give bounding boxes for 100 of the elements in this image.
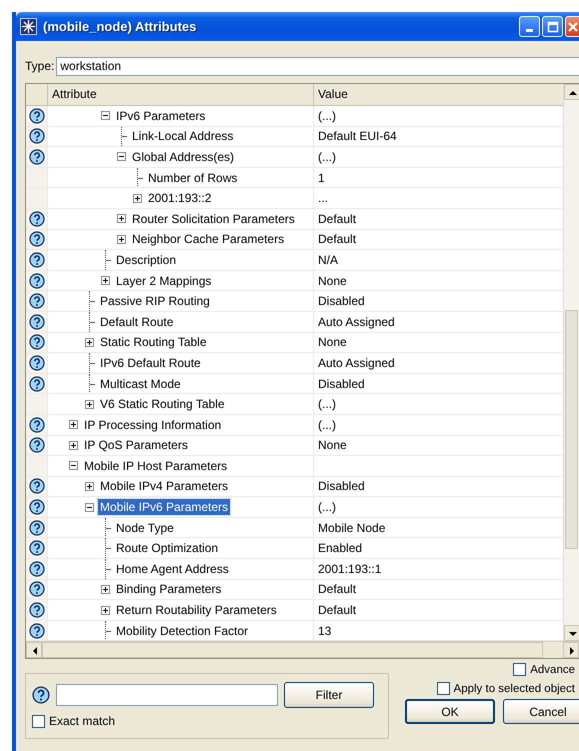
- expand-icon[interactable]: [69, 420, 78, 430]
- attribute-name[interactable]: 2001:193::2: [146, 190, 214, 206]
- type-field[interactable]: workstation: [56, 56, 579, 76]
- help-icon[interactable]: [28, 478, 44, 494]
- attribute-value[interactable]: (...): [318, 500, 336, 514]
- checkbox[interactable]: [436, 682, 450, 696]
- scroll-down-icon[interactable]: [564, 625, 579, 642]
- expand-icon[interactable]: [85, 338, 94, 347]
- attribute-value[interactable]: Default: [318, 232, 356, 246]
- scrollbar-thumb[interactable]: [565, 310, 578, 549]
- help-icon[interactable]: [28, 148, 44, 165]
- help-icon[interactable]: [28, 540, 44, 556]
- attribute-value[interactable]: Enabled: [318, 541, 362, 556]
- collapse-icon[interactable]: [69, 461, 78, 470]
- expand-icon[interactable]: [101, 584, 110, 594]
- help-icon[interactable]: [28, 231, 44, 248]
- help-icon[interactable]: [28, 293, 44, 310]
- attribute-value[interactable]: Default: [318, 582, 356, 596]
- minimize-button[interactable]: [519, 16, 540, 37]
- attribute-value[interactable]: None: [318, 335, 347, 350]
- help-icon[interactable]: [28, 314, 44, 330]
- attribute-value[interactable]: ...: [318, 191, 328, 206]
- attribute-name[interactable]: IPv6 Parameters: [114, 108, 208, 124]
- expand-icon[interactable]: [85, 482, 94, 491]
- attribute-value[interactable]: Auto Assigned: [318, 314, 395, 329]
- attribute-value[interactable]: Default: [318, 603, 356, 618]
- attribute-value[interactable]: Default EUI-64: [318, 129, 397, 144]
- expand-icon[interactable]: [85, 400, 94, 409]
- attribute-name[interactable]: Layer 2 Mappings: [114, 272, 214, 289]
- attribute-value[interactable]: Disabled: [318, 376, 365, 391]
- help-icon[interactable]: [28, 581, 44, 598]
- help-icon[interactable]: [32, 686, 50, 704]
- expand-icon[interactable]: [101, 276, 110, 286]
- collapse-icon[interactable]: [85, 502, 94, 512]
- attribute-name[interactable]: Passive RIP Routing: [98, 293, 212, 310]
- attribute-name[interactable]: Multicast Mode: [98, 376, 183, 392]
- attribute-name[interactable]: Node Type: [114, 520, 176, 536]
- attribute-name[interactable]: Binding Parameters: [114, 581, 224, 598]
- attribute-name[interactable]: Mobile IPv4 Parameters: [98, 478, 230, 494]
- help-icon[interactable]: [28, 128, 44, 144]
- attribute-value[interactable]: Mobile Node: [318, 520, 386, 535]
- attribute-value[interactable]: (...): [318, 108, 336, 123]
- exact-match-checkbox[interactable]: [32, 714, 45, 728]
- attribute-value[interactable]: N/A: [318, 252, 338, 267]
- collapse-icon[interactable]: [101, 111, 110, 120]
- help-icon[interactable]: [28, 210, 44, 227]
- attribute-value[interactable]: Disabled: [318, 479, 365, 494]
- scroll-up-icon[interactable]: [564, 84, 579, 100]
- attribute-name[interactable]: Static Routing Table: [98, 334, 209, 350]
- filter-button[interactable]: Filter: [284, 682, 374, 708]
- filter-field[interactable]: [56, 684, 278, 706]
- help-icon[interactable]: [28, 252, 44, 268]
- attribute-value[interactable]: (...): [318, 418, 336, 432]
- ok-button[interactable]: OK: [405, 699, 495, 724]
- attribute-name[interactable]: Default Route: [98, 314, 176, 330]
- help-icon[interactable]: [28, 602, 44, 618]
- attribute-name[interactable]: Link-Local Address: [130, 128, 236, 144]
- scroll-left-icon[interactable]: [26, 642, 42, 658]
- close-button[interactable]: [565, 16, 579, 37]
- attribute-name[interactable]: V6 Static Routing Table: [98, 396, 227, 412]
- vertical-scrollbar[interactable]: [563, 84, 579, 642]
- attribute-name[interactable]: IP QoS Parameters: [82, 437, 190, 454]
- attribute-name[interactable]: Number of Rows: [146, 170, 240, 186]
- help-icon[interactable]: [28, 560, 44, 577]
- attribute-value[interactable]: (...): [318, 397, 336, 412]
- attribute-value[interactable]: None: [318, 438, 347, 452]
- expand-icon[interactable]: [117, 234, 126, 244]
- cancel-button[interactable]: Cancel: [503, 699, 579, 724]
- help-icon[interactable]: [28, 376, 44, 392]
- help-icon[interactable]: [28, 416, 44, 433]
- maximize-button[interactable]: [542, 16, 563, 37]
- attribute-name[interactable]: IP Processing Information: [82, 416, 224, 433]
- help-icon[interactable]: [28, 334, 44, 350]
- attribute-name[interactable]: Global Address(es): [130, 148, 236, 165]
- attribute-value[interactable]: Default: [318, 212, 356, 226]
- expand-icon[interactable]: [69, 440, 78, 450]
- attribute-name[interactable]: Route Optimization: [114, 540, 220, 556]
- column-header[interactable]: Attribute: [48, 84, 314, 105]
- attribute-value[interactable]: 13: [318, 624, 332, 638]
- help-icon[interactable]: [28, 108, 44, 124]
- help-icon[interactable]: [28, 272, 44, 289]
- expand-icon[interactable]: [101, 606, 110, 615]
- attribute-value[interactable]: None: [318, 274, 347, 288]
- expand-icon[interactable]: [117, 214, 126, 224]
- attribute-value[interactable]: 2001:193::1: [318, 562, 382, 576]
- collapse-icon[interactable]: [117, 152, 126, 162]
- attribute-name[interactable]: Description: [114, 252, 178, 268]
- expand-icon[interactable]: [133, 194, 142, 203]
- checkbox[interactable]: [513, 663, 526, 676]
- attribute-value[interactable]: 1: [318, 170, 325, 185]
- help-icon[interactable]: [28, 520, 44, 536]
- attribute-name[interactable]: Mobility Detection Factor: [114, 622, 250, 639]
- attribute-name[interactable]: Router Solicitation Parameters: [130, 210, 297, 227]
- help-icon[interactable]: [28, 622, 44, 639]
- attribute-name[interactable]: IPv6 Default Route: [98, 354, 203, 371]
- attribute-name[interactable]: Mobile IPv6 Parameters: [98, 499, 230, 516]
- help-icon[interactable]: [28, 354, 44, 371]
- attribute-name[interactable]: Home Agent Address: [114, 560, 231, 577]
- help-icon[interactable]: [28, 499, 44, 516]
- attribute-name[interactable]: Neighbor Cache Parameters: [130, 231, 286, 248]
